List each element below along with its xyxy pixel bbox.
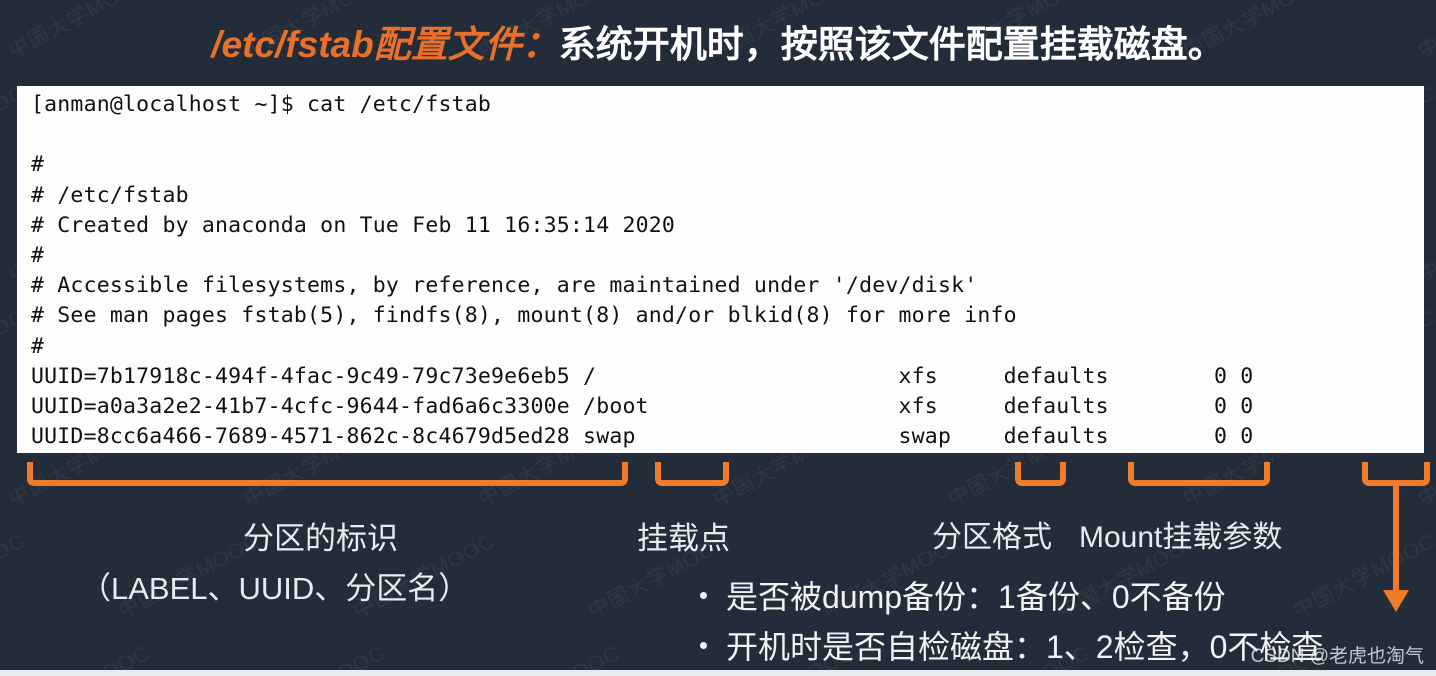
bracket-partition-identifier <box>27 462 628 486</box>
terminal-line: # See man pages fstab(5), findfs(8), mou… <box>31 303 1017 329</box>
bullet-dot-icon <box>700 642 707 649</box>
terminal-line: UUID=7b17918c-494f-4fac-9c49-79c73e9e6eb… <box>31 363 1254 389</box>
terminal-line: # Accessible filesystems, by reference, … <box>31 273 978 299</box>
terminal-line: # <box>31 333 45 359</box>
bracket-partition-format <box>1015 462 1066 486</box>
bottom-bar <box>0 670 1436 676</box>
list-item-label: 开机时是否自检磁盘：1、2检查，0不检查 <box>726 629 1324 665</box>
background-watermark-text: 中国大学MOOC <box>0 529 30 624</box>
list-item-label: 是否被dump备份：1备份、0不备份 <box>726 579 1226 615</box>
arrow-head-dump-fsck <box>1383 590 1409 612</box>
bracket-mount-options <box>1128 462 1270 486</box>
arrow-stem-dump-fsck <box>1393 482 1399 595</box>
list-item: 开机时是否自检磁盘：1、2检查，0不检查 <box>700 622 1323 668</box>
caption-mount-point: 挂载点 <box>637 521 730 556</box>
list-item: 是否被dump备份：1备份、0不备份 <box>700 572 1323 618</box>
bracket-mount-point <box>655 462 729 486</box>
slide-canvas: 中国大学MOOC 中国大学MOOC 中国大学MOOC 中国大学MOOC 中国大学MOOC… <box>0 0 1436 676</box>
terminal-line: # Created by anaconda on Tue Feb 11 16:3… <box>31 212 676 238</box>
terminal-line: # <box>31 152 45 178</box>
caption-partition-identifier: 分区的标识 <box>243 521 398 556</box>
caption-partition-identifier-detail: （LABEL、UUID、分区名） <box>80 571 470 606</box>
page-title-highlight: /etc/fstab配置文件： <box>211 24 559 65</box>
page-title: /etc/fstab配置文件：系统开机时，按照该文件配置挂载磁盘。 <box>0 14 1436 68</box>
bullet-dot-icon <box>700 592 707 599</box>
terminal-line: UUID=8cc6a466-7689-4571-862c-8c4679d5ed2… <box>31 424 1254 450</box>
terminal-output-panel: [anman@localhost ~]$ cat /etc/fstab # # /e… <box>17 86 1424 453</box>
terminal-line: UUID=a0a3a2e2-41b7-4cfc-9644-fad6a6c3300… <box>31 394 1254 419</box>
page-title-rest: 系统开机时，按照该文件配置挂载磁盘。 <box>558 24 1225 65</box>
terminal-line: # <box>31 243 45 268</box>
caption-mount-options: Mount挂载参数 <box>1079 521 1283 554</box>
terminal-line: [anman@localhost ~]$ cat /etc/fstab <box>31 92 492 117</box>
terminal-line: # /etc/fstab <box>31 182 189 208</box>
csdn-watermark: CSDN @老虎也淘气 <box>1250 646 1424 667</box>
bullet-list: 是否被dump备份：1备份、0不备份 开机时是否自检磁盘：1、2检查，0不检查 <box>700 572 1323 672</box>
caption-partition-format: 分区格式 <box>932 521 1052 554</box>
